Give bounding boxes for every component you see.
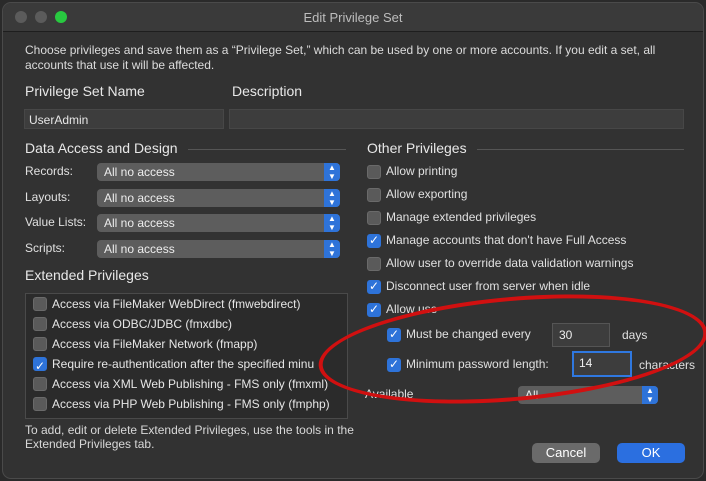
list-item[interactable]: Access via ODBC/JDBC (fmxdbc) <box>26 314 347 334</box>
list-item-label: Access via FileMaker WebDirect (fmwebdir… <box>52 297 301 311</box>
chevron-updown-icon: ▲ ▼ <box>324 189 340 207</box>
window-title: Edit Privilege Set <box>303 10 403 25</box>
disconnect-idle-checkbox[interactable] <box>367 279 381 294</box>
layouts-label: Layouts: <box>25 190 71 204</box>
intro-text: Choose privileges and save them as a “Pr… <box>25 43 656 72</box>
allow-printing-label: Allow printing <box>386 164 458 178</box>
title-bar: Edit Privilege Set <box>3 3 703 32</box>
override-validation-label: Allow user to override data validation w… <box>386 256 634 270</box>
privilege-set-name-label: Privilege Set Name <box>25 83 145 99</box>
list-item-label: Access via FileMaker Network (fmapp) <box>52 337 258 351</box>
data-access-heading: Data Access and Design <box>25 140 178 156</box>
value-lists-select[interactable]: All no access ▲ ▼ <box>97 214 340 232</box>
checkbox[interactable] <box>33 397 47 411</box>
manage-extended-label: Manage extended privileges <box>386 210 537 224</box>
checkbox[interactable] <box>33 337 47 351</box>
allow-exporting-checkbox[interactable] <box>367 188 381 202</box>
manage-accounts-label: Manage accounts that don't have Full Acc… <box>386 233 627 247</box>
checkbox[interactable] <box>33 356 47 376</box>
description-label: Description <box>232 83 303 99</box>
allow-printing-checkbox[interactable] <box>367 165 381 179</box>
value-lists-value: All no access <box>104 216 175 230</box>
checkbox[interactable] <box>33 297 47 311</box>
allow-exporting-label: Allow exporting <box>386 187 468 201</box>
extended-privileges-heading: Extended Privileges <box>25 267 149 283</box>
chevron-updown-icon: ▲ ▼ <box>324 214 340 232</box>
privilege-set-name-input[interactable]: UserAdmin <box>24 109 224 129</box>
dialog-window: Edit Privilege Set Choose privileges and… <box>2 2 704 479</box>
description-input[interactable] <box>229 109 684 129</box>
cancel-button[interactable]: Cancel <box>532 443 600 463</box>
scripts-value: All no access <box>104 242 175 256</box>
ok-button[interactable]: OK <box>617 443 685 463</box>
chevron-updown-icon: ▲ ▼ <box>324 240 340 258</box>
data-access-divider <box>188 149 346 150</box>
checkbox[interactable] <box>33 377 47 391</box>
records-value: All no access <box>104 165 175 179</box>
allow-password-change-checkbox[interactable] <box>367 302 381 317</box>
override-validation-checkbox[interactable] <box>367 257 381 271</box>
disconnect-idle-label: Disconnect user from server when idle <box>386 279 591 293</box>
checkbox[interactable] <box>33 317 47 331</box>
list-item-label: Access via PHP Web Publishing - FMS only… <box>52 397 330 411</box>
list-item-label: Require re-authentication after the spec… <box>52 357 315 371</box>
records-label: Records: <box>25 164 74 178</box>
manage-accounts-checkbox[interactable] <box>367 233 381 248</box>
other-privileges-divider <box>477 149 684 150</box>
chevron-updown-icon: ▲ ▼ <box>642 386 658 404</box>
value-lists-label: Value Lists: <box>25 215 87 229</box>
chevron-updown-icon: ▲ ▼ <box>324 163 340 181</box>
list-item[interactable]: Access via XML Web Publishing - FMS only… <box>26 374 347 394</box>
extended-privileges-footer: To add, edit or delete Extended Privileg… <box>25 423 354 451</box>
scripts-label: Scripts: <box>25 241 66 255</box>
manage-extended-checkbox[interactable] <box>367 211 381 225</box>
layouts-value: All no access <box>104 191 175 205</box>
list-item[interactable]: Require re-authentication after the spec… <box>26 354 347 376</box>
list-item[interactable]: Access via FileMaker WebDirect (fmwebdir… <box>26 294 347 314</box>
records-select[interactable]: All no access ▲ ▼ <box>97 163 340 181</box>
list-item[interactable]: Access via FileMaker Network (fmapp) <box>26 334 347 354</box>
extended-privileges-list[interactable]: Access via FileMaker WebDirect (fmwebdir… <box>25 293 348 419</box>
layouts-select[interactable]: All no access ▲ ▼ <box>97 189 340 207</box>
list-item-label: Access via XML Web Publishing - FMS only… <box>52 377 329 391</box>
list-item-label: Access via ODBC/JDBC (fmxdbc) <box>52 317 233 331</box>
list-item[interactable]: Access via PHP Web Publishing - FMS only… <box>26 394 347 414</box>
scripts-select[interactable]: All no access ▲ ▼ <box>97 240 340 258</box>
other-privileges-heading: Other Privileges <box>367 140 467 156</box>
